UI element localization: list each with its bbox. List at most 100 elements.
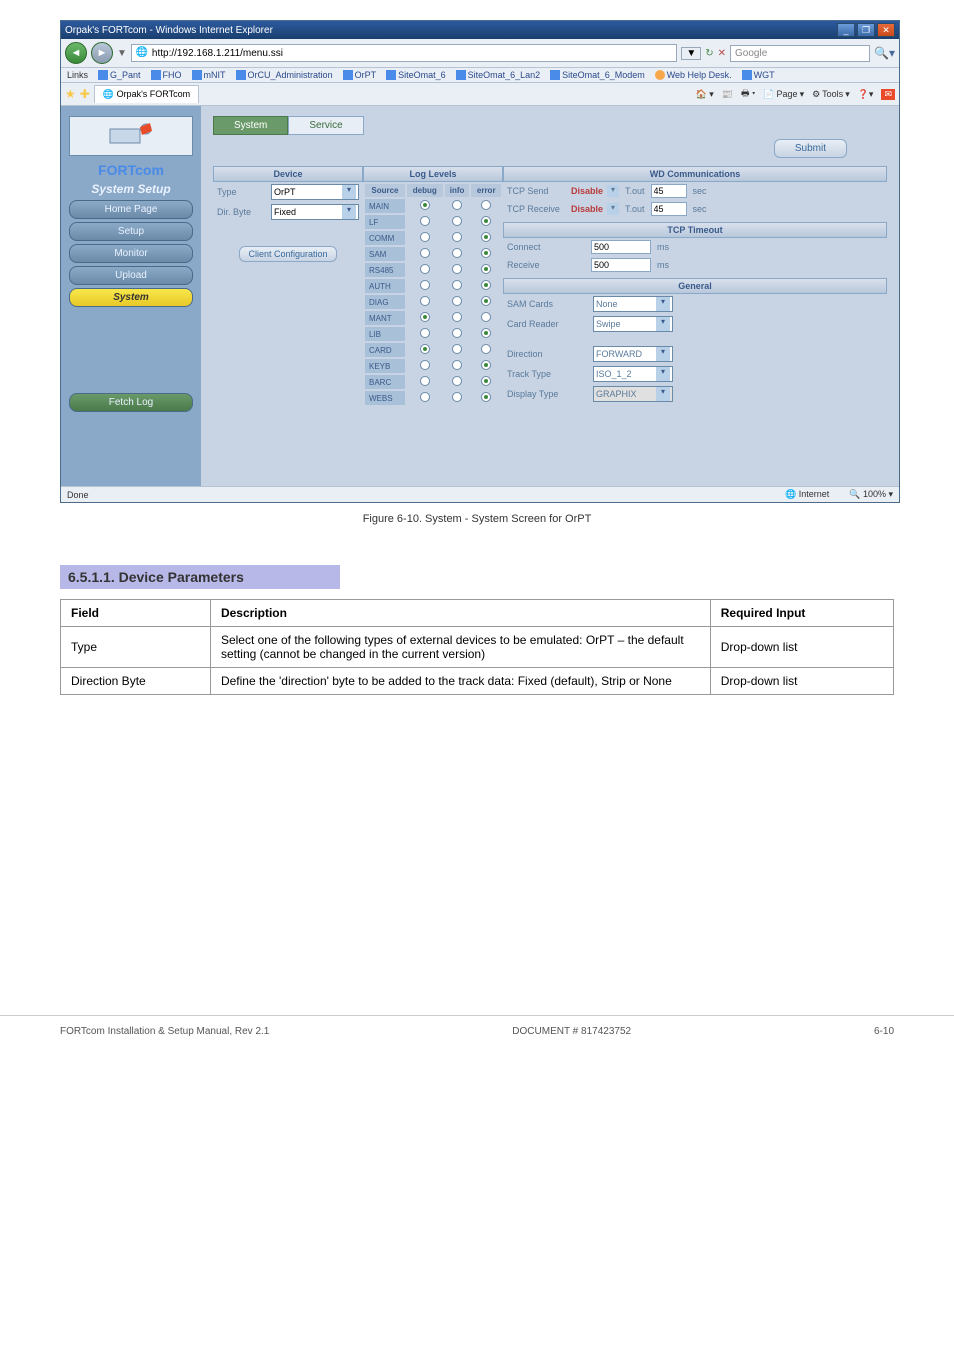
radio-error[interactable] <box>481 344 491 354</box>
radio-error[interactable] <box>481 376 491 386</box>
search-button[interactable]: 🔍▾ <box>874 46 895 60</box>
footer-right: 6-10 <box>874 1026 894 1037</box>
forward-button[interactable]: ► <box>91 42 113 64</box>
chevron-down-icon[interactable]: ▾ <box>607 203 619 215</box>
radio-error[interactable] <box>481 328 491 338</box>
tcp-send-status[interactable]: Disable <box>571 186 603 196</box>
radio-debug[interactable] <box>420 392 430 402</box>
general-select[interactable]: ISO_1_2▾ <box>593 366 673 382</box>
back-button[interactable]: ◄ <box>65 42 87 64</box>
tcp-receive-status[interactable]: Disable <box>571 204 603 214</box>
general-select[interactable]: Swipe▾ <box>593 316 673 332</box>
link-item[interactable]: WGT <box>742 70 775 80</box>
tcp-receive-timeout[interactable] <box>651 202 687 216</box>
link-item[interactable]: mNIT <box>192 70 226 80</box>
address-field[interactable]: 🌐 http://192.168.1.211/menu.ssi <box>131 44 677 62</box>
radio-error[interactable] <box>481 392 491 402</box>
col-source: Source <box>365 184 405 197</box>
radio-debug[interactable] <box>420 376 430 386</box>
fetch-log-button[interactable]: Fetch Log <box>69 393 193 412</box>
radio-debug[interactable] <box>420 232 430 242</box>
window-title: Orpak's FORTcom - Windows Internet Explo… <box>65 25 273 36</box>
favorites-icon[interactable]: ★ <box>65 87 76 101</box>
radio-info[interactable] <box>452 248 462 258</box>
radio-info[interactable] <box>452 280 462 290</box>
maximize-button[interactable]: ❐ <box>857 23 875 37</box>
link-item[interactable]: SiteOmat_6_Modem <box>550 70 645 80</box>
radio-debug[interactable] <box>420 216 430 226</box>
radio-info[interactable] <box>452 216 462 226</box>
tab-service[interactable]: Service <box>288 116 363 135</box>
tools-menu[interactable]: ⚙ Tools ▾ <box>812 89 850 100</box>
radio-info[interactable] <box>452 376 462 386</box>
radio-error[interactable] <box>481 216 491 226</box>
home-button[interactable]: 🏠 ▾ <box>696 89 714 100</box>
link-item[interactable]: SiteOmat_6 <box>386 70 446 80</box>
link-item[interactable]: Web Help Desk. <box>655 70 732 80</box>
radio-info[interactable] <box>452 200 462 210</box>
radio-error[interactable] <box>481 296 491 306</box>
dir-byte-select[interactable]: Fixed▾ <box>271 204 359 220</box>
sidebar-item-upload[interactable]: Upload <box>69 266 193 285</box>
radio-info[interactable] <box>452 360 462 370</box>
link-item[interactable]: OrPT <box>343 70 377 80</box>
zoom-indicator[interactable]: 🔍 100% ▾ <box>849 489 893 500</box>
add-favorites-icon[interactable]: ✚ <box>80 87 90 101</box>
figure-caption: Figure 6-10. System - System Screen for … <box>60 513 894 525</box>
msgr-icon[interactable]: ✉ <box>881 89 895 100</box>
submit-button[interactable]: Submit <box>774 139 847 158</box>
radio-error[interactable] <box>481 232 491 242</box>
receive-timeout-input[interactable] <box>591 258 651 272</box>
radio-info[interactable] <box>452 296 462 306</box>
radio-info[interactable] <box>452 344 462 354</box>
radio-error[interactable] <box>481 360 491 370</box>
radio-debug[interactable] <box>420 344 430 354</box>
tab-system[interactable]: System <box>213 116 288 135</box>
general-select[interactable]: None▾ <box>593 296 673 312</box>
chevron-down-icon[interactable]: ▾ <box>607 185 619 197</box>
feeds-button[interactable]: 📰 <box>722 89 733 100</box>
sidebar-item-monitor[interactable]: Monitor <box>69 244 193 263</box>
link-item[interactable]: OrCU_Administration <box>236 70 333 80</box>
radio-error[interactable] <box>481 200 491 210</box>
tcp-send-timeout[interactable] <box>651 184 687 198</box>
radio-debug[interactable] <box>420 248 430 258</box>
sidebar-item-system[interactable]: System <box>69 288 193 307</box>
link-item[interactable]: SiteOmat_6_Lan2 <box>456 70 541 80</box>
radio-debug[interactable] <box>420 264 430 274</box>
sidebar-item-home[interactable]: Home Page <box>69 200 193 219</box>
radio-debug[interactable] <box>420 280 430 290</box>
radio-debug[interactable] <box>420 360 430 370</box>
chevron-down-icon: ▾ <box>656 387 670 401</box>
radio-info[interactable] <box>452 312 462 322</box>
browser-tab[interactable]: 🌐 Orpak's FORTcom <box>94 85 199 103</box>
radio-debug[interactable] <box>420 200 430 210</box>
radio-error[interactable] <box>481 280 491 290</box>
client-config-button[interactable]: Client Configuration <box>239 246 336 262</box>
link-item[interactable]: FHO <box>151 70 182 80</box>
radio-info[interactable] <box>452 392 462 402</box>
radio-error[interactable] <box>481 248 491 258</box>
link-item[interactable]: G_Pant <box>98 70 141 80</box>
print-button[interactable]: 🖶 ▾ <box>741 86 755 102</box>
radio-debug[interactable] <box>420 296 430 306</box>
radio-info[interactable] <box>452 232 462 242</box>
tcp-receive-label: TCP Receive <box>507 204 567 214</box>
type-select[interactable]: OrPT▾ <box>271 184 359 200</box>
radio-info[interactable] <box>452 264 462 274</box>
log-source: MANT <box>365 311 405 325</box>
radio-info[interactable] <box>452 328 462 338</box>
sidebar-item-setup[interactable]: Setup <box>69 222 193 241</box>
connect-timeout-input[interactable] <box>591 240 651 254</box>
help-button[interactable]: ❓▾ <box>858 89 874 100</box>
radio-error[interactable] <box>481 264 491 274</box>
radio-error[interactable] <box>481 312 491 322</box>
radio-debug[interactable] <box>420 328 430 338</box>
radio-debug[interactable] <box>420 312 430 322</box>
general-select[interactable]: FORWARD▾ <box>593 346 673 362</box>
close-button[interactable]: ✕ <box>877 23 895 37</box>
minimize-button[interactable]: _ <box>837 23 855 37</box>
page-menu[interactable]: 📄 Page ▾ <box>763 89 804 100</box>
log-source: DIAG <box>365 295 405 309</box>
search-field[interactable]: Google <box>730 45 870 62</box>
